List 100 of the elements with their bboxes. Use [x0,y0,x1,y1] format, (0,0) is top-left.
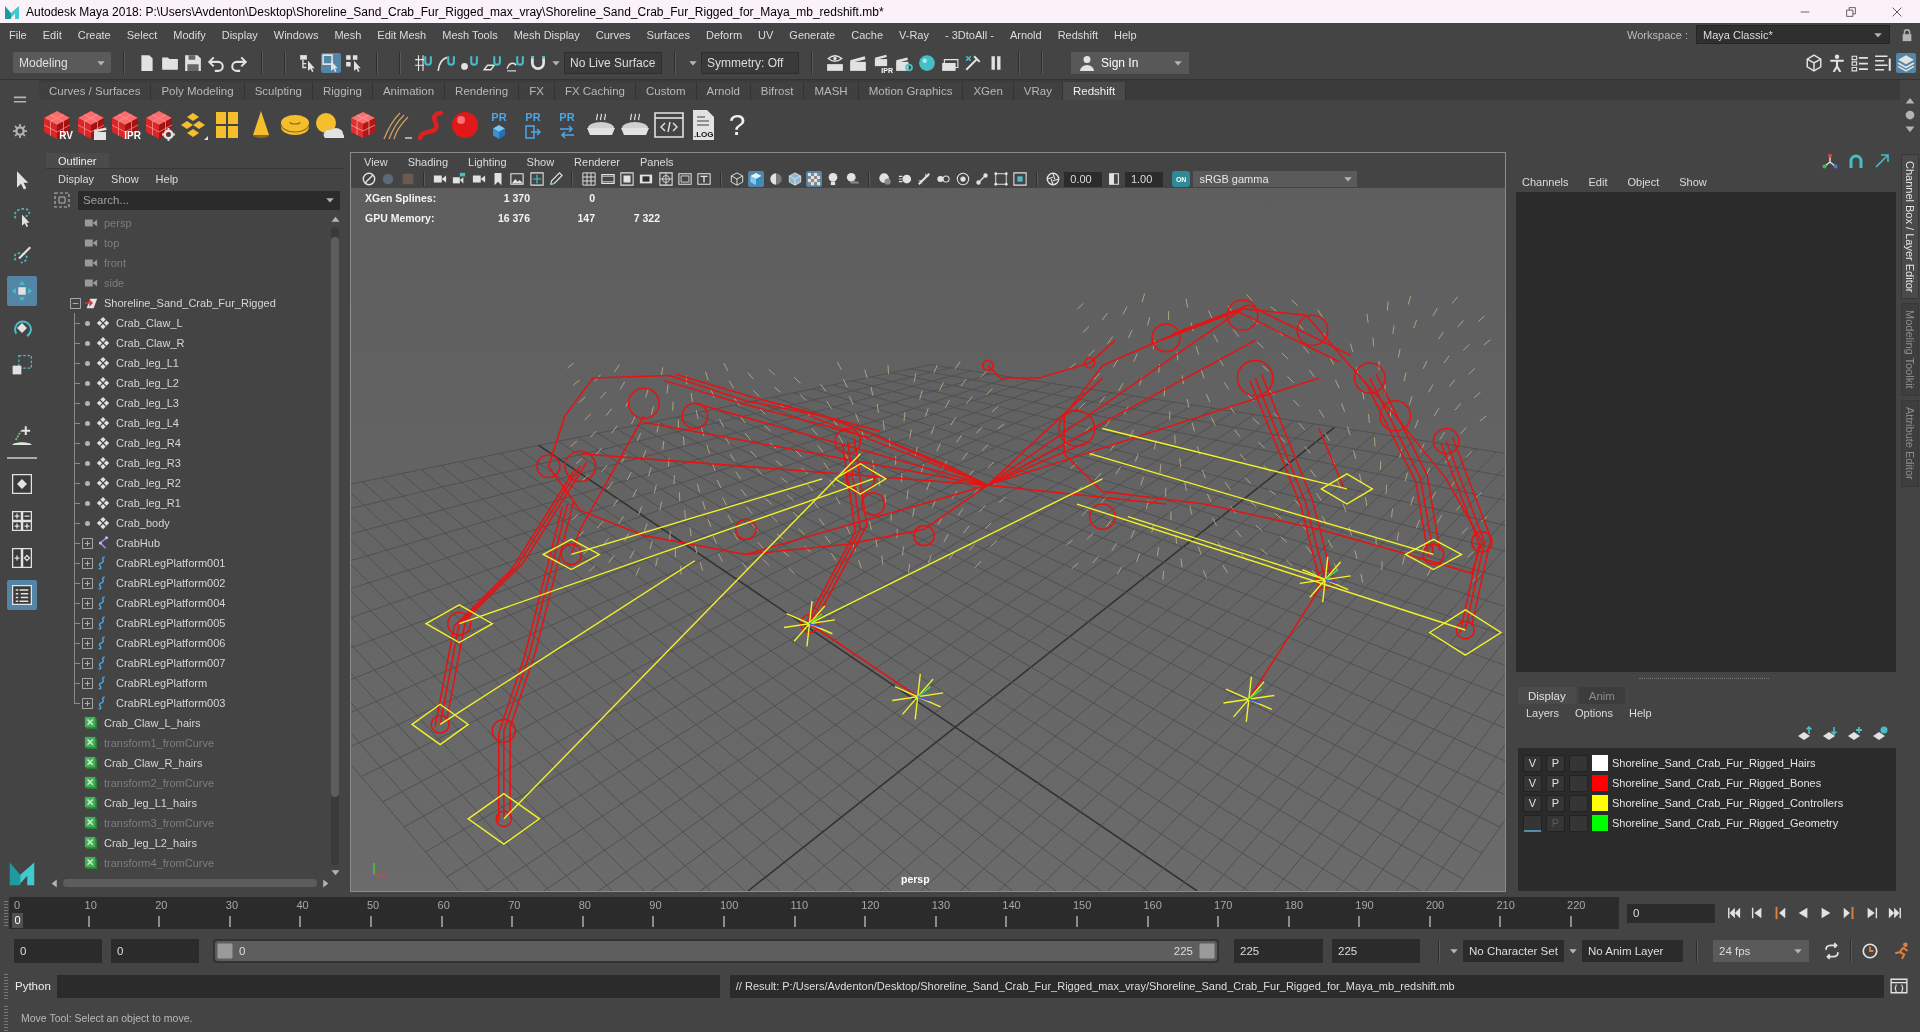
field-chart-icon[interactable] [657,171,674,187]
color-swatch-icon[interactable] [1592,815,1608,831]
visibility-toggle[interactable]: V [1523,794,1542,812]
outliner-item[interactable]: Crab_leg_L4 [116,417,179,429]
play-icon[interactable] [1819,906,1833,920]
anim-layer-field[interactable]: No Anim Layer [1582,940,1683,962]
mode-dropdown[interactable]: Modeling [13,52,111,73]
layer-name[interactable]: Shoreline_Sand_Crab_Fur_Rigged_Controllers [1612,797,1844,809]
grid-magnet-icon[interactable] [413,52,433,73]
tripod-icon[interactable] [1822,153,1838,169]
frame-icon[interactable] [619,171,636,187]
playback-toggle[interactable]: P [1546,774,1565,792]
caret-icon[interactable] [1568,946,1578,956]
shelf-tab[interactable]: FX Caching [554,82,636,100]
outliner-item[interactable]: CrabRLegPlatform007 [116,657,226,669]
shelf-tab[interactable]: Redshift [1062,82,1127,100]
cube-grid-icon[interactable] [1804,52,1824,73]
start-frame-field[interactable]: 0 [14,939,102,963]
shelf-tab[interactable]: MASH [804,82,859,100]
layer-down-icon[interactable] [1822,726,1838,742]
horseshoe-icon[interactable] [1848,153,1864,169]
sphere-icon[interactable] [917,52,937,73]
scroll-down-icon[interactable] [330,868,340,877]
range-bar[interactable]: 0 225 [215,941,1217,961]
skip-start-icon[interactable] [1727,906,1741,920]
sign-in-button[interactable]: Sign In [1071,51,1189,74]
outliner-item[interactable]: Crab_leg_R2 [116,477,181,489]
menu-item[interactable]: Show [1679,176,1707,188]
shelf-tab[interactable]: FX [519,82,555,100]
menu-item[interactable]: Mesh Tools [442,28,498,41]
menu-item[interactable]: Lighting [468,155,507,168]
menu-item[interactable]: Layers [1526,707,1560,719]
menu-item[interactable]: View [364,155,388,168]
expand-toggle-icon[interactable] [81,677,93,689]
menu-item[interactable]: Create [77,28,111,41]
diagonal-arrow-icon[interactable] [1874,153,1890,169]
language-toggle[interactable]: Python [15,980,51,992]
checker-icon[interactable] [806,171,823,187]
playback-toggle[interactable]: P [1546,794,1565,812]
layer-name[interactable]: Shoreline_Sand_Crab_Fur_Rigged_Geometry [1612,817,1839,829]
outliner-item[interactable]: Crab_Claw_L [116,317,183,329]
next-key-icon[interactable] [1842,906,1856,920]
menu-item[interactable]: Help [1628,707,1652,719]
outliner-item[interactable]: Crab_leg_L2_hairs [104,837,197,849]
menu-item[interactable]: Options [1575,707,1613,719]
color-swatch-icon[interactable] [1592,795,1608,811]
menu-item[interactable]: Edit [42,28,62,41]
live-surface-field[interactable]: No Live Surface [564,51,662,74]
scroll-up-icon[interactable] [330,215,340,224]
lock-icon[interactable] [1900,27,1914,42]
menu-item[interactable]: Mesh [334,28,362,41]
aperture-icon[interactable] [1045,171,1061,187]
pencil-icon[interactable] [547,171,564,187]
layer-plus-icon[interactable] [1847,726,1863,742]
layer-name[interactable]: Shoreline_Sand_Crab_Fur_Rigged_Hairs [1612,757,1816,769]
shelf-tab[interactable]: Motion Graphics [858,82,964,100]
figure-icon[interactable] [1827,52,1847,73]
menu-item[interactable]: Renderer [574,155,620,168]
pr-button[interactable]: PR [517,109,549,141]
outliner-item[interactable]: Crab_leg_R4 [116,437,181,449]
pr-button[interactable]: PR [483,109,515,141]
range-handle-icon[interactable] [1199,943,1215,959]
isolate-square-icon[interactable] [1012,171,1029,187]
close-icon[interactable] [1892,6,1902,17]
outliner-item[interactable]: CrabRLegPlatform [116,677,208,689]
outliner-item[interactable]: Crab_body [116,517,170,529]
shelf-tab[interactable]: Sculpting [244,82,313,100]
clock-icon[interactable] [1861,942,1879,960]
ring-icon[interactable] [954,171,971,187]
panel-tab[interactable]: Outliner [46,153,109,168]
current-frame-field[interactable]: 0 [1627,903,1715,923]
caret-icon[interactable] [1449,946,1459,956]
render-view-button[interactable]: RV [41,109,73,141]
current-frame-marker[interactable]: 0 [12,913,23,928]
shelf-tab[interactable]: Curves / Surfaces [39,82,152,100]
ball-icon[interactable] [449,109,481,141]
restore-icon[interactable] [1846,6,1856,17]
menu-item[interactable]: Mesh Display [513,28,580,41]
shelf-tab[interactable]: Rendering [445,82,520,100]
outliner-item[interactable]: Crab_Claw_L_hairs [104,717,201,729]
film-gate-icon[interactable] [599,171,616,187]
shelf-tab[interactable]: Custom [635,82,697,100]
code-window-icon[interactable] [653,109,685,141]
menu-item[interactable]: Windows [273,28,319,41]
shelf-tab[interactable]: Animation [372,82,446,100]
scroll-down-icon[interactable] [1905,124,1915,134]
side-tab[interactable]: Channel Box / Layer Editor [1901,154,1919,300]
menu-item[interactable]: Edit [1588,176,1608,188]
scroll-left-icon[interactable] [50,878,59,888]
pan-cross-icon[interactable] [528,171,545,187]
scroll-dot-icon[interactable] [1905,110,1915,120]
menu-item[interactable]: Help [155,172,179,185]
shelf-tab[interactable]: XGen [963,82,1014,100]
playback-toggle[interactable]: P [1546,754,1565,772]
object-select-icon[interactable] [321,52,341,73]
expand-toggle-icon[interactable] [81,597,93,609]
eye-clapper-icon[interactable] [825,52,845,73]
outliner-item[interactable]: Crab_Claw_R [116,337,185,349]
outliner-layout-icon[interactable] [7,580,37,610]
move-tool-icon[interactable] [7,276,37,306]
